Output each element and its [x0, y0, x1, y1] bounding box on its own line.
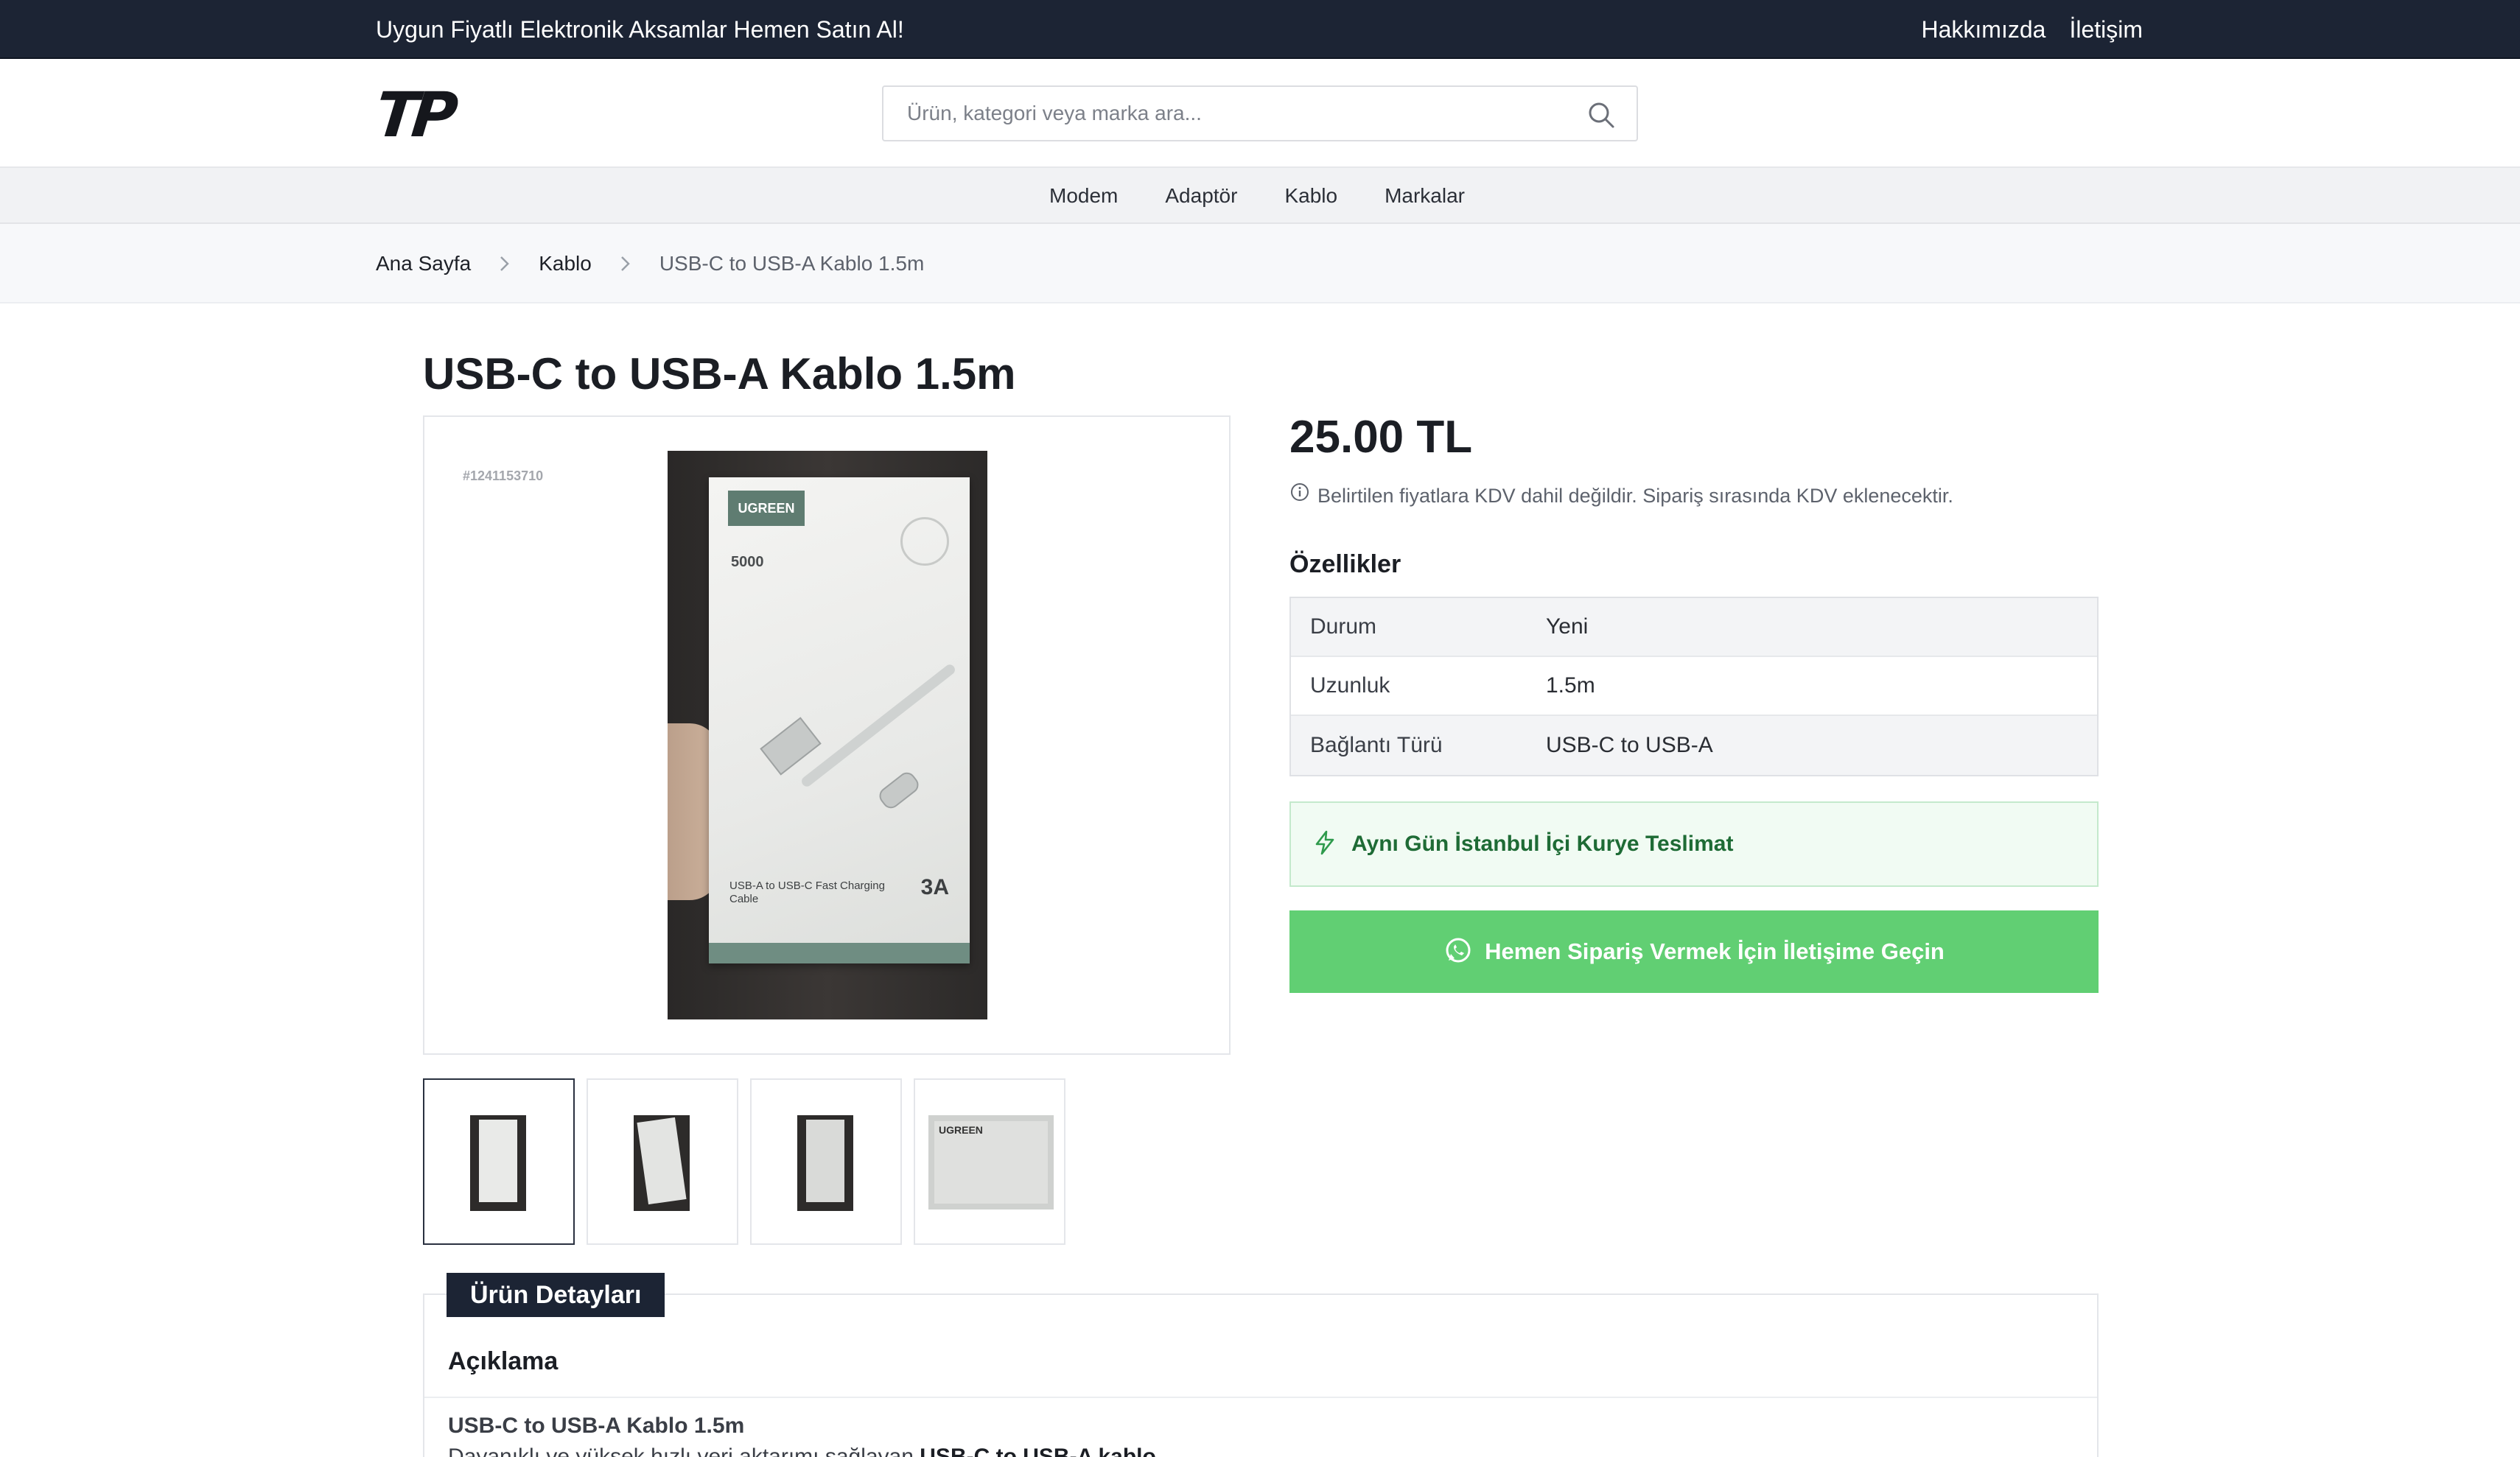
info-icon: [1289, 482, 1310, 509]
box-spec-label: 5000: [731, 554, 764, 570]
image-code: #1241153710: [463, 468, 544, 483]
delivery-text: Aynı Gün İstanbul İçi Kurye Teslimat: [1351, 832, 1734, 856]
breadcrumb-category[interactable]: Kablo: [539, 250, 592, 277]
search-icon[interactable]: [1586, 100, 1616, 130]
feature-key: Durum: [1310, 614, 1377, 639]
table-row: Bağlantı Türü USB-C to USB-A: [1291, 716, 2097, 775]
thumbnail-strip: UGREEN: [423, 1078, 1065, 1245]
feature-value: Yeni: [1546, 614, 1589, 639]
feature-value: 1.5m: [1546, 673, 1595, 698]
thumbnail-image: UGREEN: [928, 1115, 1054, 1210]
table-row: Durum Yeni: [1291, 598, 2097, 657]
feature-key: Uzunluk: [1310, 673, 1390, 698]
promo-text: Uygun Fiyatlı Elektronik Aksamlar Hemen …: [376, 16, 904, 43]
description-text: Dayanıklı ve yüksek hızlı veri aktarımı …: [448, 1444, 914, 1457]
product-details-panel: Açıklama USB-C to USB-A Kablo 1.5m Dayan…: [423, 1293, 2099, 1457]
features-heading: Özellikler: [1289, 550, 1401, 578]
whatsapp-icon: [1443, 935, 1473, 969]
product-box-image: UGREEN 5000 USB-A to USB-C Fast Charging…: [709, 477, 970, 963]
order-contact-button[interactable]: Hemen Sipariş Vermek İçin İletişime Geçi…: [1289, 910, 2099, 993]
box-brand-label: UGREEN: [728, 491, 805, 526]
thumbnail-image: [470, 1115, 526, 1211]
thumbnail-1[interactable]: [423, 1078, 575, 1245]
nav-item-adaptor[interactable]: Adaptör: [1165, 183, 1237, 209]
box-badge-icon: [900, 517, 949, 566]
about-link[interactable]: Hakkımızda: [1922, 15, 2046, 44]
feature-value: USB-C to USB-A: [1546, 733, 1713, 757]
nav-item-kablo[interactable]: Kablo: [1284, 183, 1337, 209]
nav-item-modem[interactable]: Modem: [1049, 183, 1118, 209]
cable-graphic: [799, 662, 957, 789]
divider: [424, 1397, 2097, 1398]
top-links: Hakkımızda İletişim: [1922, 15, 2143, 44]
breadcrumb-home[interactable]: Ana Sayfa: [376, 250, 471, 277]
thumbnail-2[interactable]: [587, 1078, 738, 1245]
delivery-banner: Aynı Gün İstanbul İçi Kurye Teslimat: [1289, 801, 2099, 887]
tab-product-details[interactable]: Ürün Detayları: [447, 1273, 665, 1317]
description-subheading: USB-C to USB-A Kablo 1.5m: [448, 1414, 745, 1438]
description-bold-text: USB-C to USB-A kablo: [920, 1444, 1156, 1457]
chevron-right-icon: [612, 250, 639, 277]
usb-c-plug-graphic: [875, 768, 923, 812]
description-heading: Açıklama: [448, 1347, 559, 1375]
thumbnail-3[interactable]: [750, 1078, 902, 1245]
site-logo[interactable]: TP: [372, 79, 455, 151]
breadcrumb: Ana Sayfa Kablo USB-C to USB-A Kablo 1.5…: [376, 250, 924, 277]
description-paragraph: Dayanıklı ve yüksek hızlı veri aktarımı …: [448, 1442, 1156, 1457]
product-title: USB-C to USB-A Kablo 1.5m: [423, 349, 1016, 399]
product-price: 25.00 TL: [1289, 412, 1473, 463]
table-row: Uzunluk 1.5m: [1291, 657, 2097, 716]
breadcrumb-current: USB-C to USB-A Kablo 1.5m: [659, 252, 925, 275]
contact-link[interactable]: İletişim: [2069, 15, 2143, 44]
thumbnail-image: [797, 1115, 853, 1211]
usb-a-plug-graphic: [760, 717, 822, 776]
lightning-icon: [1312, 829, 1338, 860]
order-button-label: Hemen Sipariş Vermek İçin İletişime Geçi…: [1485, 938, 1945, 964]
site-header: TP: [0, 59, 2520, 168]
thumbnail-4[interactable]: UGREEN: [914, 1078, 1065, 1245]
product-image-viewer[interactable]: #1241153710 UGREEN 5000 USB-A to USB-C F…: [423, 415, 1231, 1055]
search-input[interactable]: [907, 97, 1555, 130]
chevron-right-icon: [491, 250, 518, 277]
search-box: [882, 85, 1638, 141]
box-stripe: [709, 943, 970, 963]
box-caption: USB-A to USB-C Fast Charging Cable: [729, 880, 885, 905]
breadcrumb-bar: Ana Sayfa Kablo USB-C to USB-A Kablo 1.5…: [0, 224, 2520, 303]
vat-note: Belirtilen fiyatlara KDV dahil değildir.…: [1289, 482, 1953, 509]
features-table: Durum Yeni Uzunluk 1.5m Bağlantı Türü US…: [1289, 597, 2099, 776]
box-amp-label: 3A: [920, 875, 949, 899]
feature-key: Bağlantı Türü: [1310, 733, 1443, 757]
vat-note-text: Belirtilen fiyatlara KDV dahil değildir.…: [1317, 484, 1953, 507]
thumbnail-brand-label: UGREEN: [939, 1124, 983, 1136]
announcement-bar: Uygun Fiyatlı Elektronik Aksamlar Hemen …: [0, 0, 2520, 59]
nav-item-markalar[interactable]: Markalar: [1385, 183, 1465, 209]
product-photo: UGREEN 5000 USB-A to USB-C Fast Charging…: [668, 451, 987, 1019]
category-nav: Modem Adaptör Kablo Markalar: [0, 168, 2520, 224]
thumbnail-image: [634, 1115, 690, 1211]
